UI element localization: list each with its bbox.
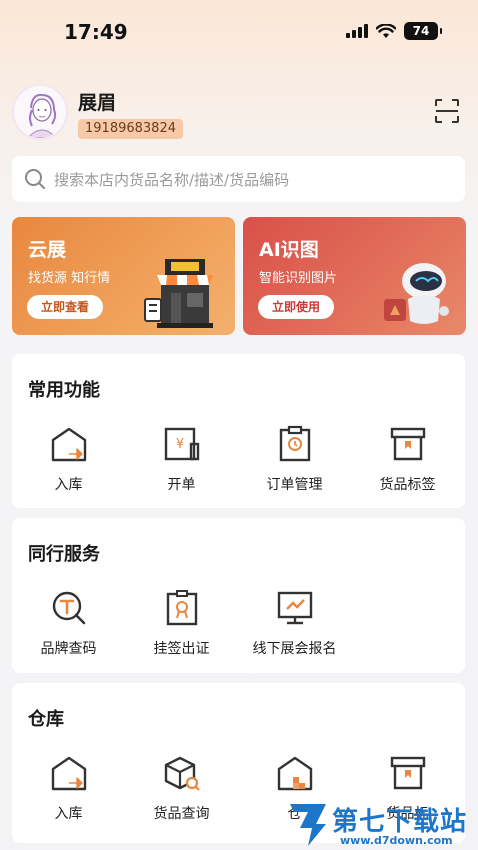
warehouse-icon xyxy=(277,756,312,791)
watermark: 第七下载站 www.d7down.com xyxy=(284,798,478,850)
promo-card-ai-recognition[interactable]: AI识图 智能识别图片 立即使用 xyxy=(243,217,466,335)
grid-item-expo-signup[interactable]: 线下展会报名 xyxy=(238,588,351,658)
status-bar: 17:49 74 xyxy=(0,0,478,62)
battery-icon: 74 xyxy=(404,22,442,40)
search-placeholder: 搜索本店内货品名称/描述/货品编码 xyxy=(54,170,290,189)
grid-label: 线下展会报名 xyxy=(252,641,337,657)
grid-item-warehouse-stock-in[interactable]: 入库 xyxy=(12,753,125,823)
section-title: 常用功能 xyxy=(28,380,100,401)
storefront-icon xyxy=(144,259,213,328)
grid-label: 挂签出证 xyxy=(153,641,210,657)
tag-box-icon xyxy=(390,427,425,461)
scan-icon[interactable] xyxy=(434,98,460,124)
grid-label: 入库 xyxy=(54,477,83,493)
use-now-button[interactable]: 立即使用 xyxy=(258,295,335,319)
grid-item-tag-certificate[interactable]: 挂签出证 xyxy=(125,588,238,658)
section-peer-services: 同行服务 品牌查码 挂签出证 线下展会报名 xyxy=(12,518,465,673)
grid-label: 货品查询 xyxy=(153,806,210,822)
username: 展眉 xyxy=(78,92,117,114)
grid-label: 入库 xyxy=(54,806,83,822)
monitor-chart-icon xyxy=(277,591,312,625)
clipboard-clock-icon xyxy=(279,425,310,462)
tag-box-icon xyxy=(390,756,425,790)
grid-item-order-management[interactable]: 订单管理 xyxy=(238,424,351,494)
section-common-functions: 常用功能 入库 ¥ 开单 订单管理 货品标签 xyxy=(12,354,465,508)
certificate-icon xyxy=(166,590,197,626)
grid-item-stock-in[interactable]: 入库 xyxy=(12,424,125,494)
watermark-url: www.d7down.com xyxy=(340,834,453,847)
watermark-logo-icon xyxy=(290,804,326,846)
receipt-icon: ¥ xyxy=(164,427,199,461)
phone-badge: 19189683824 xyxy=(78,119,183,139)
search-icon xyxy=(25,169,45,189)
wifi-icon xyxy=(376,23,396,38)
section-title: 仓库 xyxy=(28,709,64,730)
status-time: 17:49 xyxy=(64,20,128,44)
grid-label: 开单 xyxy=(167,477,196,493)
watermark-text: 第七下载站 xyxy=(332,807,468,837)
grid-item-billing[interactable]: ¥ 开单 xyxy=(125,424,238,494)
search-input[interactable]: 搜索本店内货品名称/描述/货品编码 xyxy=(12,156,465,202)
grid-item-brand-lookup[interactable]: 品牌查码 xyxy=(12,588,125,658)
svg-text:¥: ¥ xyxy=(175,437,183,452)
stock-in-icon xyxy=(51,427,86,462)
grid-item-product-tags[interactable]: 货品标签 xyxy=(351,424,464,494)
promo-title: 云展 xyxy=(28,239,67,261)
avatar[interactable] xyxy=(12,84,68,140)
promo-card-yunzhan[interactable]: 云展 找货源 知行情 立即查看 xyxy=(12,217,235,335)
profile-header: 展眉 19189683824 xyxy=(12,84,466,142)
brand-search-icon xyxy=(52,591,85,625)
promo-subtitle: 智能识别图片 xyxy=(259,271,338,286)
view-now-button[interactable]: 立即查看 xyxy=(27,295,104,319)
grid-label: 品牌查码 xyxy=(40,641,97,657)
promo-title: AI识图 xyxy=(259,239,319,261)
stock-in-icon xyxy=(51,756,86,791)
grid-label: 货品标签 xyxy=(379,477,436,493)
grid-item-product-search[interactable]: 货品查询 xyxy=(125,753,238,823)
status-indicators: 74 xyxy=(346,22,442,40)
grid-label: 订单管理 xyxy=(266,477,323,493)
promo-subtitle: 找货源 知行情 xyxy=(28,271,111,286)
box-search-icon xyxy=(164,756,200,791)
signal-icon xyxy=(346,24,368,38)
section-title: 同行服务 xyxy=(28,544,100,565)
robot-icon xyxy=(384,263,449,324)
